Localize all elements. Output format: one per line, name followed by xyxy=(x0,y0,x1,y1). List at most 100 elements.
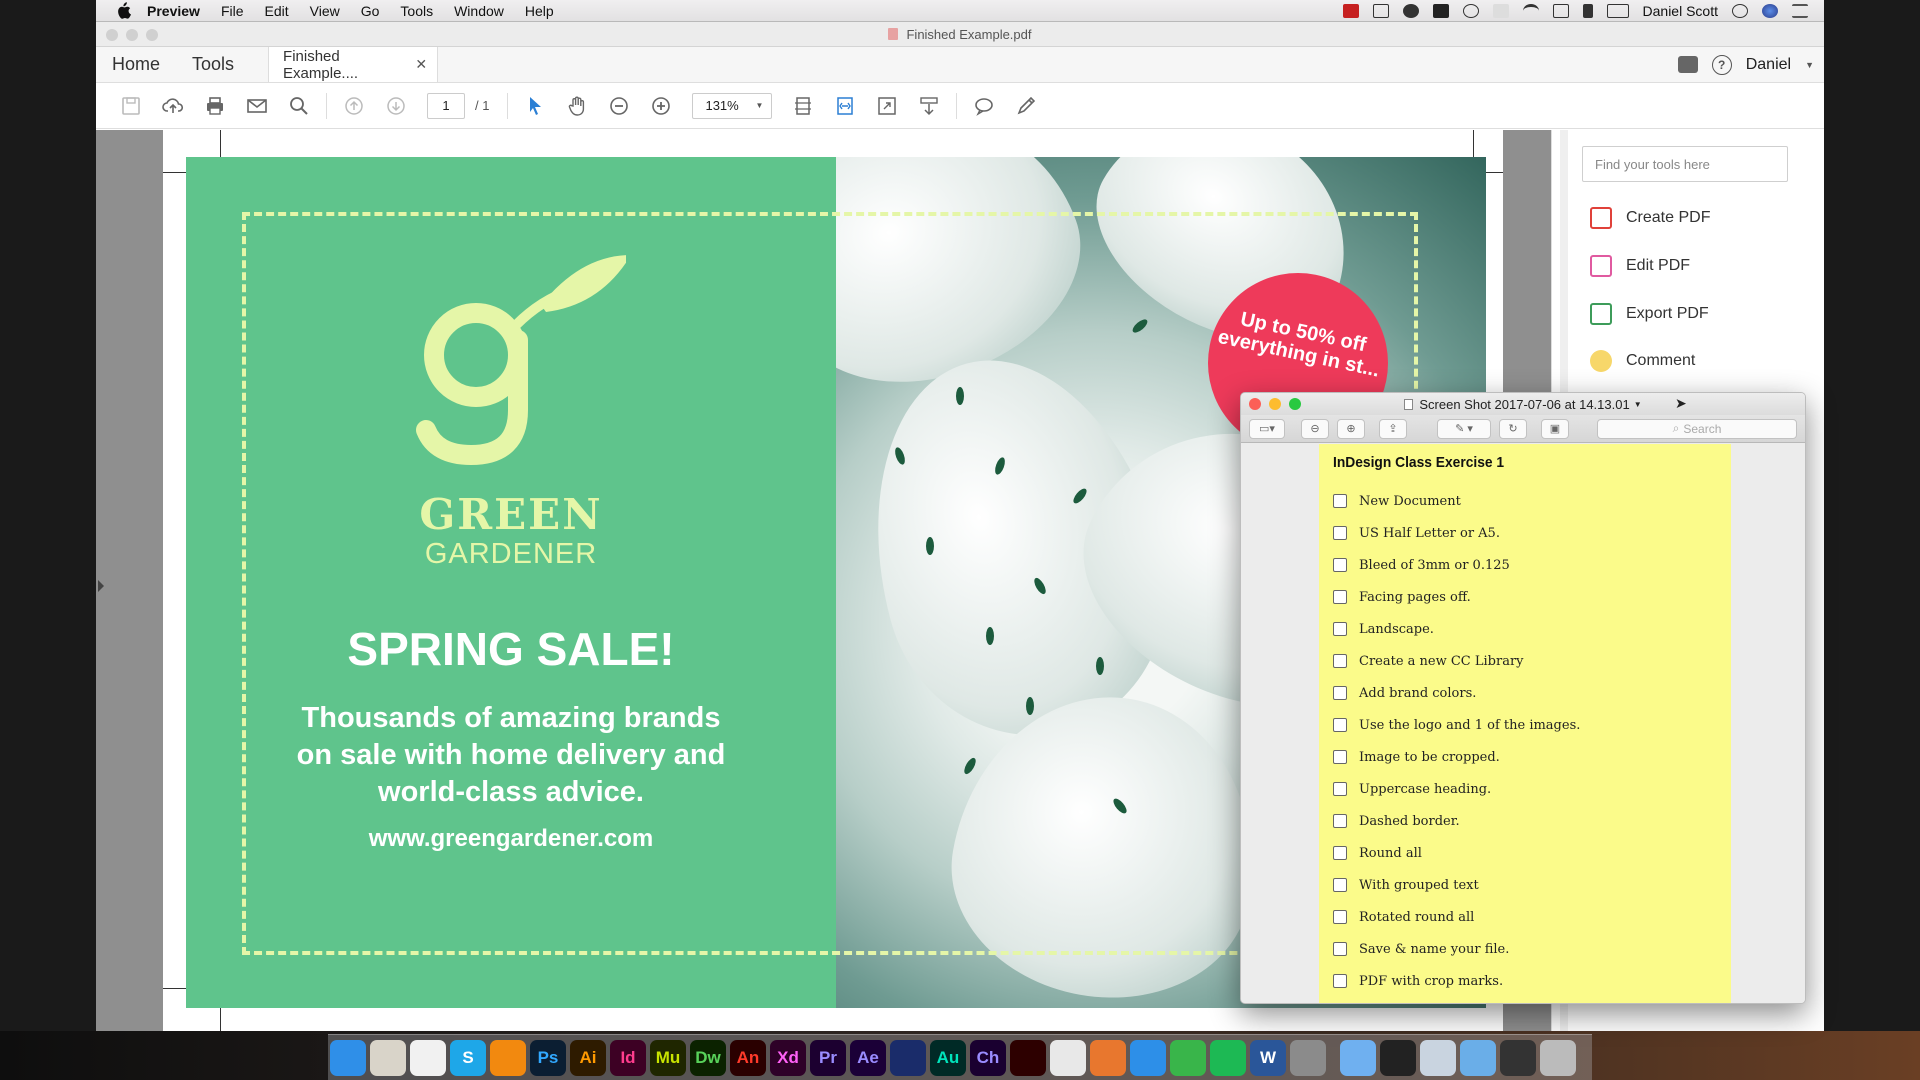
menu-go[interactable]: Go xyxy=(361,3,380,19)
previous-page-icon[interactable] xyxy=(342,94,366,118)
zoom-out-icon[interactable] xyxy=(607,94,631,118)
checkbox[interactable] xyxy=(1333,878,1347,892)
account-dropdown-icon[interactable]: ▼ xyxy=(1805,60,1814,70)
dock-spotify-icon[interactable] xyxy=(1210,1039,1246,1076)
volume-icon[interactable] xyxy=(1582,3,1593,18)
chevron-down-icon[interactable]: ▼ xyxy=(1634,400,1642,409)
pen-sign-icon[interactable] xyxy=(1014,94,1038,118)
tool-edit-pdf[interactable]: Edit PDF xyxy=(1590,255,1690,277)
checkbox[interactable] xyxy=(1333,654,1347,668)
dock-messages-icon[interactable] xyxy=(1340,1039,1376,1076)
menu-file[interactable]: File xyxy=(221,3,244,19)
close-tab-icon[interactable]: ✕ xyxy=(415,56,427,73)
dock-textedit-icon[interactable] xyxy=(410,1039,446,1076)
siri-icon[interactable] xyxy=(1762,3,1778,18)
help-icon[interactable]: ? xyxy=(1711,54,1732,75)
dock-notes-app-icon[interactable] xyxy=(370,1039,406,1076)
checkbox[interactable] xyxy=(1333,846,1347,860)
zoom-in-icon[interactable]: ⊕ xyxy=(1337,418,1365,439)
dock-skype-icon[interactable]: S xyxy=(450,1039,486,1076)
sidebar-toggle-icon[interactable]: ▭▾ xyxy=(1249,418,1285,439)
dock-character-animator-icon[interactable]: Ch xyxy=(970,1039,1006,1076)
zoom-level-select[interactable]: 131% ▼ xyxy=(692,92,773,119)
zoom-window-button[interactable] xyxy=(1289,398,1301,410)
checkbox[interactable] xyxy=(1333,686,1347,700)
close-window-button[interactable] xyxy=(1249,398,1261,410)
dock-acrobat-icon[interactable] xyxy=(1010,1039,1046,1076)
hand-tool-icon[interactable] xyxy=(565,94,589,118)
dock-photoshop-icon[interactable]: Ps xyxy=(530,1039,566,1076)
dock-safari-icon[interactable] xyxy=(1130,1039,1166,1076)
menu-window[interactable]: Window xyxy=(454,3,504,19)
markup-pen-icon[interactable]: ✎ ▾ xyxy=(1437,418,1491,439)
tab-tools[interactable]: Tools xyxy=(176,47,250,82)
dock-dreamweaver-icon[interactable]: Dw xyxy=(690,1039,726,1076)
bluetooth-icon[interactable] xyxy=(1492,3,1509,18)
dock-audition-icon[interactable]: Au xyxy=(930,1039,966,1076)
dock-xd-icon[interactable]: Xd xyxy=(770,1039,806,1076)
dock-preview-app-icon[interactable] xyxy=(1420,1039,1456,1076)
tool-comment[interactable]: Comment xyxy=(1590,350,1695,372)
dock-terminal-icon[interactable] xyxy=(1500,1039,1536,1076)
minimize-window-button[interactable] xyxy=(1269,398,1281,410)
dock-animate-icon[interactable]: An xyxy=(730,1039,766,1076)
checkbox[interactable] xyxy=(1333,750,1347,764)
checkbox[interactable] xyxy=(1333,526,1347,540)
tab-home[interactable]: Home xyxy=(96,47,176,82)
dock-downloads-folder-icon[interactable] xyxy=(1460,1039,1496,1076)
time-machine-icon[interactable] xyxy=(1462,3,1479,18)
checkbox[interactable] xyxy=(1333,590,1347,604)
preview-search-input[interactable]: ⌕ Search xyxy=(1597,418,1797,439)
wifi-icon[interactable] xyxy=(1522,3,1539,18)
print-icon[interactable] xyxy=(203,94,227,118)
select-arrow-icon[interactable] xyxy=(523,94,547,118)
zoom-out-icon[interactable]: ⊖ xyxy=(1301,418,1329,439)
toolbox-icon[interactable]: ▣ xyxy=(1541,418,1569,439)
tool-export-pdf[interactable]: Export PDF xyxy=(1590,303,1709,325)
minimize-window-button[interactable] xyxy=(126,29,138,41)
tool-create-pdf[interactable]: Create PDF xyxy=(1590,207,1710,229)
creative-cloud-icon[interactable] xyxy=(1402,3,1419,18)
email-icon[interactable] xyxy=(245,94,269,118)
dock-facetime-icon[interactable] xyxy=(1170,1039,1206,1076)
fit-width-icon[interactable] xyxy=(833,94,857,118)
menu-app-name[interactable]: Preview xyxy=(147,3,200,19)
dock-trash-icon[interactable] xyxy=(1540,1039,1576,1076)
battery-icon[interactable] xyxy=(1606,3,1629,18)
record-icon[interactable] xyxy=(1342,3,1359,18)
save-icon[interactable] xyxy=(119,94,143,118)
expand-left-pane-icon[interactable] xyxy=(98,580,104,592)
dock-illustrator-icon[interactable]: Ai xyxy=(570,1039,606,1076)
dock-muse-icon[interactable]: Mu xyxy=(650,1039,686,1076)
scroll-mode-icon[interactable] xyxy=(917,94,941,118)
next-page-icon[interactable] xyxy=(384,94,408,118)
document-tab[interactable]: Finished Example.... ✕ xyxy=(268,47,439,82)
share-icon[interactable]: ⇪ xyxy=(1379,418,1407,439)
checkbox[interactable] xyxy=(1333,814,1347,828)
spotlight-icon[interactable] xyxy=(1732,3,1748,18)
dock-vlc-icon[interactable] xyxy=(490,1039,526,1076)
dock-word-icon[interactable]: W xyxy=(1250,1039,1286,1076)
dock-after-effects-icon[interactable]: Ae xyxy=(850,1039,886,1076)
dock-imovie-icon[interactable] xyxy=(890,1039,926,1076)
checkbox[interactable] xyxy=(1333,718,1347,732)
preview-window-title[interactable]: Screen Shot 2017-07-06 at 14.13.01 xyxy=(1419,397,1629,412)
checkbox[interactable] xyxy=(1333,910,1347,924)
screen-icon[interactable] xyxy=(1372,3,1389,18)
checkbox[interactable] xyxy=(1333,942,1347,956)
comment-bubble-icon[interactable] xyxy=(972,94,996,118)
preview-title-bar[interactable]: Screen Shot 2017-07-06 at 14.13.01 ▼ ➤ xyxy=(1241,393,1805,415)
menu-view[interactable]: View xyxy=(310,3,340,19)
dock-premiere-icon[interactable]: Pr xyxy=(810,1039,846,1076)
checkbox[interactable] xyxy=(1333,558,1347,572)
checkbox[interactable] xyxy=(1333,494,1347,508)
zoom-window-button[interactable] xyxy=(146,29,158,41)
dock-firefox-icon[interactable] xyxy=(1090,1039,1126,1076)
notification-center-icon[interactable] xyxy=(1792,3,1808,18)
rotate-icon[interactable]: ↻ xyxy=(1499,418,1527,439)
dock-indesign-icon[interactable]: Id xyxy=(610,1039,646,1076)
full-screen-icon[interactable] xyxy=(875,94,899,118)
airplay-icon[interactable] xyxy=(1552,3,1569,18)
dock-chrome-icon[interactable] xyxy=(1050,1039,1086,1076)
checkbox[interactable] xyxy=(1333,974,1347,988)
